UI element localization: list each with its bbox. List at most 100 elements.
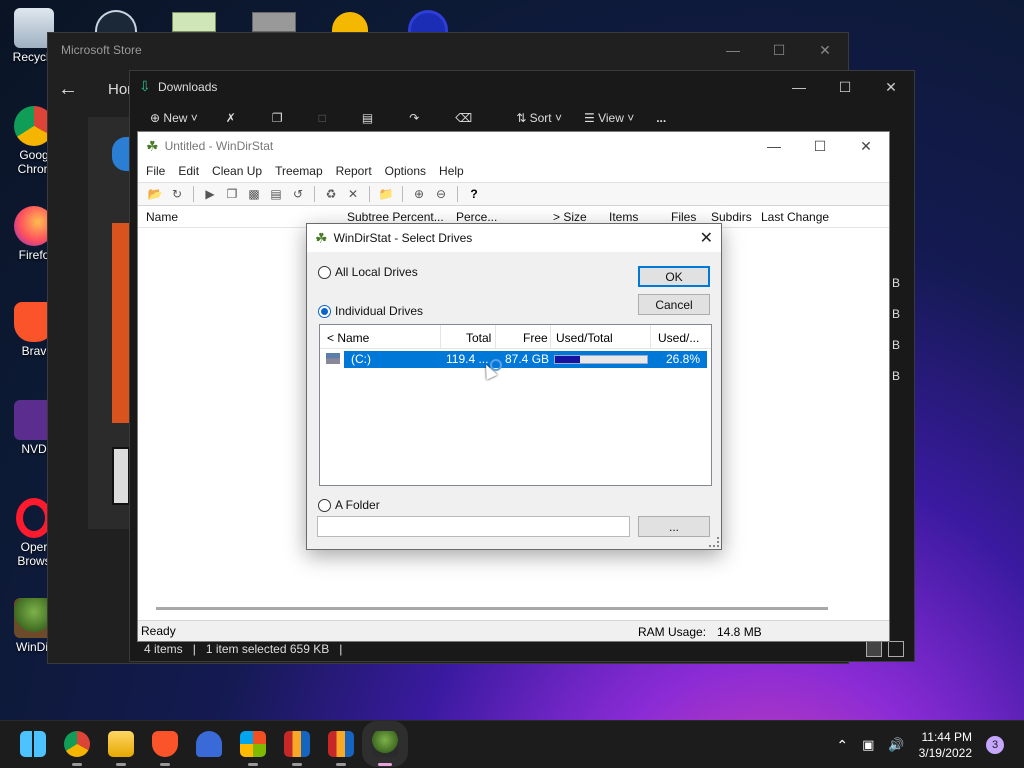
column-divider (550, 325, 551, 349)
open-folder-icon[interactable]: 📂 (146, 185, 164, 203)
dialog-titlebar: ☘ WinDirStat - Select Drives ✕ (307, 224, 721, 252)
drive-icon (326, 353, 340, 364)
column-files[interactable]: Files (671, 210, 696, 224)
steam-icon[interactable] (95, 10, 137, 32)
column-size[interactable]: > Size (553, 210, 587, 224)
brave-icon[interactable] (152, 731, 178, 766)
menu-edit[interactable]: Edit (178, 164, 199, 178)
browse-folder-button[interactable]: ... (638, 516, 710, 537)
resize-grip-icon[interactable] (709, 537, 719, 547)
menu-options[interactable]: Options (385, 164, 426, 178)
file-explorer-icon[interactable] (108, 731, 134, 766)
column-subdirs[interactable]: Subdirs (711, 210, 752, 224)
tiles-view-icon[interactable] (888, 641, 904, 657)
more-options-button[interactable]: ... (656, 111, 666, 125)
maximize-button[interactable]: ☐ (797, 132, 843, 160)
copy-path-icon[interactable]: ❐ (223, 185, 241, 203)
column-percentage[interactable]: Perce... (456, 210, 497, 224)
menu-help[interactable]: Help (439, 164, 464, 178)
menu-file[interactable]: File (146, 164, 165, 178)
new-folder-icon[interactable]: 📁 (377, 185, 395, 203)
minimize-button[interactable]: — (710, 33, 756, 67)
column-drive-name[interactable]: < Name (327, 331, 369, 345)
notepad-icon[interactable] (172, 12, 216, 32)
horizontal-scrollbar[interactable] (156, 607, 828, 610)
start-icon[interactable] (20, 731, 46, 757)
play-icon[interactable]: ▶ (201, 185, 219, 203)
chrome-icon[interactable] (64, 731, 90, 766)
folder-path-input[interactable] (317, 516, 630, 537)
explorer-here-icon[interactable]: ▩ (245, 185, 263, 203)
close-button[interactable]: ✕ (868, 71, 914, 103)
cancel-button[interactable]: Cancel (638, 294, 710, 315)
command-prompt-icon[interactable]: ▤ (267, 185, 285, 203)
zoom-in-icon[interactable]: ⊕ (410, 185, 428, 203)
column-items[interactable]: Items (609, 210, 638, 224)
maximize-button[interactable]: ☐ (822, 71, 868, 103)
individual-drives-radio[interactable]: Individual Drives (318, 304, 423, 318)
winrar-icon[interactable] (328, 731, 354, 766)
help-icon[interactable]: ? (465, 185, 483, 203)
column-subtree-percent[interactable]: Subtree Percent... (347, 210, 444, 224)
back-arrow-icon[interactable]: ← (58, 77, 82, 101)
column-total[interactable]: Total (466, 331, 491, 345)
new-button[interactable]: ⊕ New ˅ (150, 111, 198, 125)
toolbar-separator (369, 186, 370, 202)
running-indicator (292, 763, 302, 766)
menu-treemap[interactable]: Treemap (275, 164, 323, 178)
minimize-button[interactable]: — (751, 132, 797, 160)
network-icon[interactable]: ▣ (862, 737, 874, 753)
delete-icon[interactable]: ⌫ (455, 111, 472, 125)
maximize-button[interactable]: ☐ (756, 33, 802, 67)
minimize-button[interactable]: — (776, 71, 822, 103)
column-free[interactable]: Free (523, 331, 548, 345)
app-icon-yellow[interactable] (332, 12, 368, 32)
menu-clean-up[interactable]: Clean Up (212, 164, 262, 178)
a-folder-radio[interactable]: A Folder (318, 498, 380, 512)
refresh-selected-icon[interactable]: ↺ (289, 185, 307, 203)
store-icon[interactable] (240, 731, 266, 766)
paste-icon[interactable]: □ (319, 111, 326, 125)
notification-badge[interactable]: 3 (986, 736, 1004, 754)
cut-icon[interactable]: ✗ (226, 111, 236, 125)
zoom-out-icon[interactable]: ⊖ (432, 185, 450, 203)
rename-icon[interactable]: ▤ (362, 111, 373, 125)
clock-date: 3/19/2022 (918, 746, 972, 760)
drive-total: 119.4 ... (446, 352, 489, 366)
drives-list-header: < Name Total Free Used/Total Used/... (320, 325, 711, 349)
chevron-up-icon[interactable]: ⌃ (836, 737, 848, 754)
store-title: Microsoft Store (61, 43, 142, 57)
column-last-change[interactable]: Last Change (761, 210, 829, 224)
refresh-icon[interactable]: ↻ (168, 185, 186, 203)
volume-icon[interactable]: 🔊 (888, 737, 904, 753)
details-view-icon[interactable] (866, 641, 882, 657)
delete-icon[interactable]: ✕ (344, 185, 362, 203)
close-icon[interactable]: ✕ (700, 228, 713, 248)
drives-list[interactable]: < Name Total Free Used/Total Used/... (C… (319, 324, 712, 486)
close-button[interactable]: ✕ (843, 132, 889, 160)
column-used-percent[interactable]: Used/... (658, 331, 699, 345)
column-name[interactable]: Name (146, 210, 178, 224)
running-indicator (248, 763, 258, 766)
ok-button[interactable]: OK (638, 266, 710, 287)
winrar-icon[interactable] (284, 731, 310, 766)
drive-row[interactable]: (C:) 119.4 ... 87.4 GB 26.8% (344, 351, 707, 368)
sort-button[interactable]: ⇅ Sort ˅ (516, 111, 562, 125)
view-button[interactable]: ☰ View ˅ (584, 111, 634, 125)
share-icon[interactable]: ↷ (409, 111, 419, 125)
explorer-right-b-4: B (892, 369, 901, 383)
recycle-icon[interactable]: ♻ (322, 185, 340, 203)
nvda-icon[interactable] (196, 731, 222, 757)
all-local-drives-radio[interactable]: All Local Drives (318, 265, 418, 279)
column-used-total[interactable]: Used/Total (556, 331, 613, 345)
select-drives-dialog[interactable]: ☘ WinDirStat - Select Drives ✕ All Local… (306, 223, 722, 550)
windirstat-icon[interactable] (362, 721, 408, 767)
program-icon[interactable] (252, 12, 296, 32)
busy-spinner-icon (490, 359, 502, 371)
close-button[interactable]: ✕ (802, 33, 848, 67)
clock[interactable]: 11:44 PM 3/19/2022 (919, 729, 972, 761)
copy-icon[interactable]: ❐ (272, 111, 283, 125)
menu-report[interactable]: Report (336, 164, 372, 178)
status-divider: | (192, 642, 196, 656)
app-icon-blue[interactable] (408, 10, 448, 32)
